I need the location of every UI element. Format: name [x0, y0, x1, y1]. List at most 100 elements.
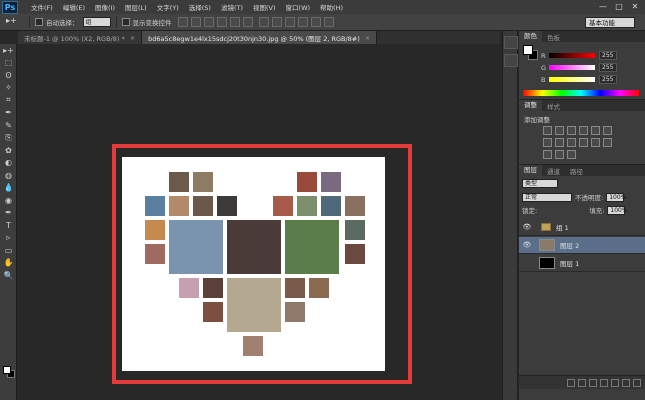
menu-select[interactable]: 选择(S) [184, 2, 216, 12]
history-icon[interactable] [504, 36, 518, 49]
properties-icon[interactable] [504, 54, 518, 67]
close-icon[interactable]: × [130, 34, 135, 42]
align-hcenter-icon[interactable] [229, 17, 240, 27]
eyedropper-tool-icon[interactable]: ✒ [0, 107, 17, 120]
maximize-button[interactable]: □ [613, 1, 625, 12]
distribute-bottom-icon[interactable] [284, 17, 295, 27]
curves-icon[interactable] [567, 126, 576, 135]
auto-select-checkbox[interactable] [35, 18, 43, 26]
r-slider-track[interactable] [549, 53, 595, 58]
align-vcenter-icon[interactable] [190, 17, 201, 27]
gradient-map-icon[interactable] [555, 150, 564, 159]
menu-edit[interactable]: 编辑(E) [58, 2, 90, 12]
tab-swatches[interactable]: 色板 [542, 32, 565, 42]
visibility-eye-icon[interactable] [521, 257, 533, 269]
tab-styles[interactable]: 样式 [542, 101, 565, 111]
history-brush-icon[interactable]: ✿ [0, 144, 17, 157]
move-tool-icon[interactable]: ▸+ [6, 16, 24, 28]
new-group-icon[interactable] [611, 379, 619, 387]
dodge-tool-icon[interactable]: ◉ [0, 194, 17, 207]
foreground-color-swatch[interactable] [523, 45, 533, 55]
doc-tab-untitled[interactable]: 未标题-1 @ 100% (X2, RGB/8) * × [18, 31, 143, 44]
menu-view[interactable]: 视图(V) [248, 2, 281, 12]
close-icon[interactable]: × [365, 34, 370, 42]
pen-tool-icon[interactable]: ✒ [0, 207, 17, 220]
menu-type[interactable]: 文字(Y) [152, 2, 184, 12]
distribute-left-icon[interactable] [297, 17, 308, 27]
vibrance-icon[interactable] [591, 126, 600, 135]
align-bottom-icon[interactable] [203, 17, 214, 27]
color-spectrum-bar[interactable] [523, 90, 639, 96]
fx-icon[interactable] [578, 379, 586, 387]
gradient-tool-icon[interactable]: ◍ [0, 169, 17, 182]
align-top-icon[interactable] [177, 17, 188, 27]
align-left-icon[interactable] [216, 17, 227, 27]
stamp-tool-icon[interactable]: ⎘ [0, 132, 17, 145]
b-slider-track[interactable] [549, 77, 595, 82]
distribute-hcenter-icon[interactable] [310, 17, 321, 27]
quick-select-tool-icon[interactable]: ✧ [0, 82, 17, 95]
blend-mode-dropdown[interactable]: 正常 [522, 192, 572, 202]
menu-filter[interactable]: 滤镜(T) [216, 2, 248, 12]
adjustment-layer-icon[interactable] [600, 379, 608, 387]
hue-saturation-icon[interactable] [603, 126, 612, 135]
threshold-icon[interactable] [543, 150, 552, 159]
marquee-tool-icon[interactable]: ⬚ [0, 57, 17, 70]
photo-filter-icon[interactable] [567, 138, 576, 147]
trash-icon[interactable] [633, 379, 641, 387]
color-balance-icon[interactable] [543, 138, 552, 147]
g-slider-track[interactable] [549, 65, 595, 70]
eraser-tool-icon[interactable]: ◐ [0, 157, 17, 170]
channel-mixer-icon[interactable] [579, 138, 588, 147]
close-button[interactable]: ✕ [629, 1, 641, 12]
layer-row[interactable]: 图层 1 [519, 255, 645, 272]
black-white-icon[interactable] [555, 138, 564, 147]
tab-adjustments[interactable]: 调整 [519, 100, 542, 111]
minimize-button[interactable]: — [597, 1, 609, 12]
selective-color-icon[interactable] [567, 150, 576, 159]
distribute-top-icon[interactable] [258, 17, 269, 27]
move-tool-icon[interactable]: ▸+ [0, 44, 17, 57]
tab-color[interactable]: 颜色 [519, 31, 542, 42]
type-tool-icon[interactable]: T [0, 219, 17, 232]
layer-kind-dropdown[interactable]: 类型 [522, 179, 558, 188]
tab-layers[interactable]: 图层 [519, 165, 542, 176]
zoom-tool-icon[interactable]: 🔍 [0, 269, 17, 282]
distribute-right-icon[interactable] [323, 17, 334, 27]
distribute-vcenter-icon[interactable] [271, 17, 282, 27]
auto-select-dropdown[interactable]: 组 [82, 17, 111, 27]
visibility-eye-icon[interactable]: 👁 [521, 221, 533, 233]
brightness-icon[interactable] [543, 126, 552, 135]
hand-tool-icon[interactable]: ✋ [0, 257, 17, 270]
invert-icon[interactable] [591, 138, 600, 147]
tab-paths[interactable]: 路径 [565, 166, 588, 176]
exposure-icon[interactable] [579, 126, 588, 135]
lasso-tool-icon[interactable]: ʘ [0, 69, 17, 82]
doc-tab-active[interactable]: bd6a5c8egw1e4lx15sdcj20t30njn30.jpg @ 50… [142, 31, 378, 44]
tab-channels[interactable]: 通道 [542, 166, 565, 176]
shape-tool-icon[interactable]: ▭ [0, 244, 17, 257]
new-layer-icon[interactable] [622, 379, 630, 387]
layer-row[interactable]: 👁 组 1 [519, 219, 645, 236]
opacity-field[interactable]: 100% [606, 192, 626, 202]
layer-row-selected[interactable]: 👁 图层 2 [519, 237, 645, 254]
menu-layer[interactable]: 图层(L) [120, 2, 152, 12]
menu-file[interactable]: 文件(F) [26, 2, 58, 12]
r-value-field[interactable]: 255 [599, 51, 617, 60]
link-icon[interactable] [567, 379, 575, 387]
fill-field[interactable]: 100% [607, 205, 628, 215]
foreground-color-swatch[interactable] [3, 366, 11, 374]
g-value-field[interactable]: 255 [599, 63, 617, 72]
align-right-icon[interactable] [242, 17, 253, 27]
posterize-icon[interactable] [603, 138, 612, 147]
menu-help[interactable]: 帮助(H) [315, 2, 348, 12]
b-value-field[interactable]: 255 [599, 75, 617, 84]
visibility-eye-icon[interactable]: 👁 [521, 239, 533, 251]
menu-image[interactable]: 图像(I) [90, 2, 120, 12]
blur-tool-icon[interactable]: 💧 [0, 182, 17, 195]
mask-icon[interactable] [589, 379, 597, 387]
healing-brush-icon[interactable]: ✎ [0, 119, 17, 132]
menu-window[interactable]: 窗口(W) [281, 2, 316, 12]
show-transform-checkbox[interactable] [121, 18, 130, 26]
levels-icon[interactable] [555, 126, 564, 135]
